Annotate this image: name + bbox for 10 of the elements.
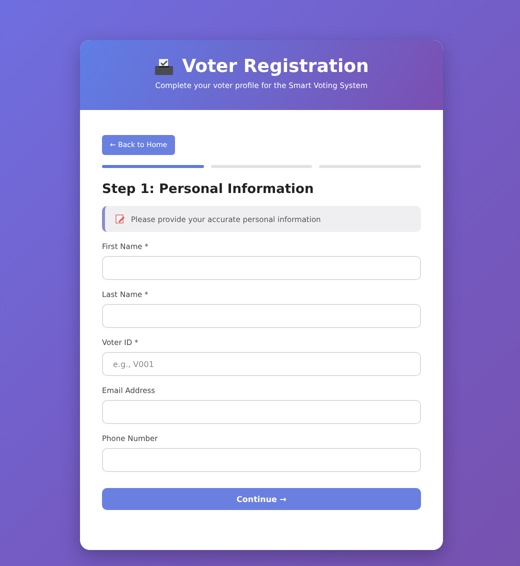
page-title: Voter Registration: [182, 56, 369, 77]
ballot-box-icon: [154, 58, 174, 76]
input-field[interactable]: [102, 448, 421, 472]
continue-button[interactable]: Continue →: [102, 488, 421, 510]
step-title: Step 1: Personal Information: [102, 182, 315, 197]
input-field[interactable]: [102, 400, 421, 424]
input-field[interactable]: e.g., V001: [102, 352, 421, 376]
input-field[interactable]: [102, 304, 421, 328]
memo-icon: [115, 214, 125, 224]
input-field[interactable]: [102, 256, 421, 280]
